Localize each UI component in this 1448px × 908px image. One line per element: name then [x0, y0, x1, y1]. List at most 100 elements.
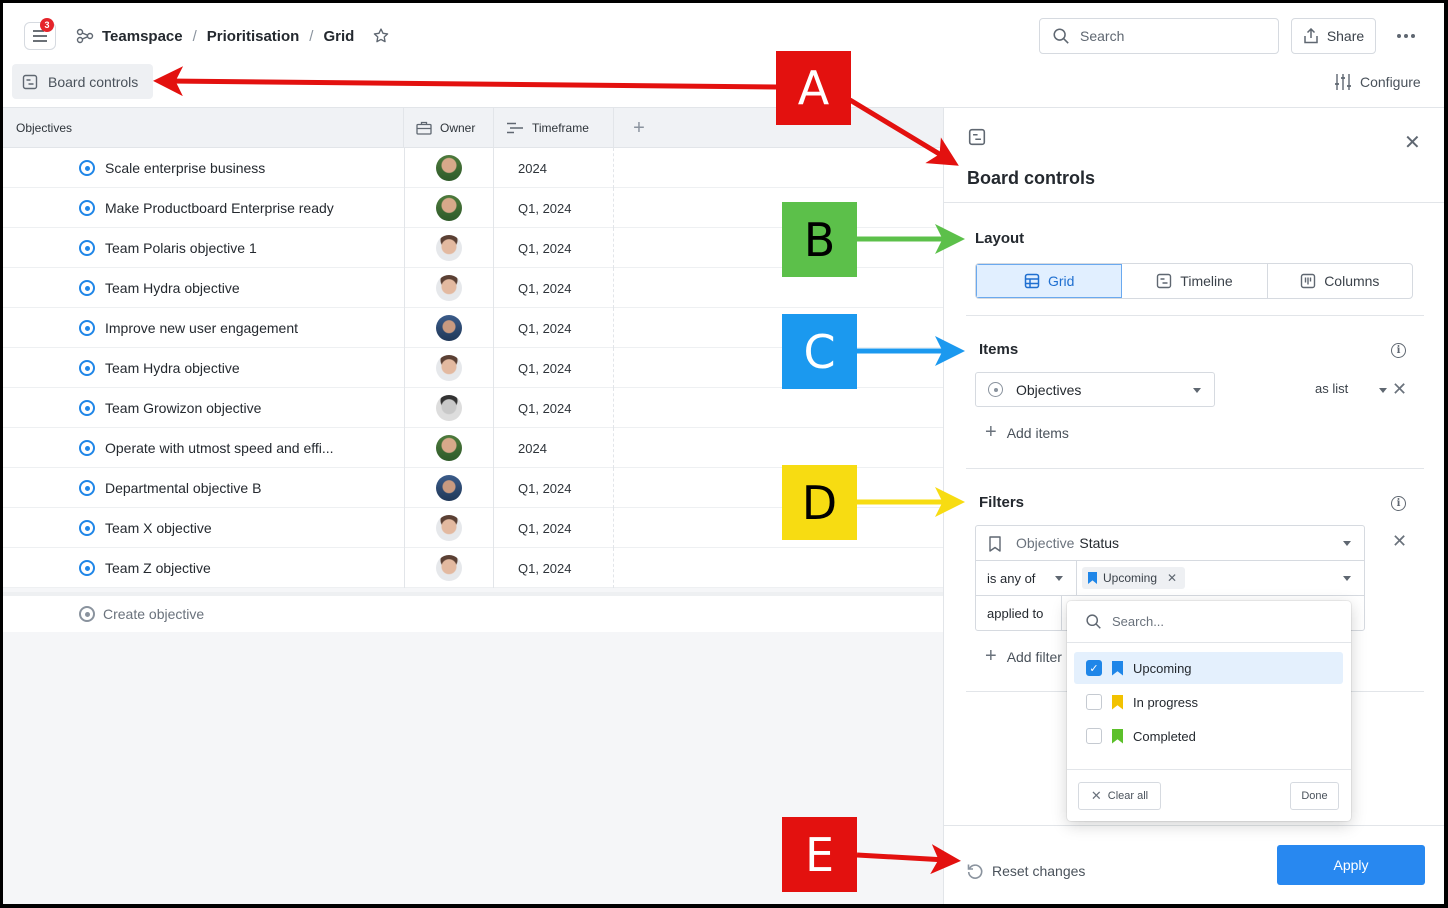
- filter-operator-value: is any of: [987, 570, 1036, 586]
- create-objective-button[interactable]: Create objective: [3, 592, 943, 632]
- info-icon[interactable]: i: [1391, 496, 1406, 511]
- owner-cell[interactable]: [404, 468, 494, 508]
- plus-icon: +: [633, 116, 645, 139]
- search-input[interactable]: Search: [1039, 18, 1279, 54]
- filter-applied-to[interactable]: applied to: [976, 596, 1062, 631]
- timeframe-cell[interactable]: Q1, 2024: [494, 188, 614, 228]
- divider: [966, 468, 1424, 469]
- owner-cell[interactable]: [404, 388, 494, 428]
- timeframe-cell[interactable]: Q1, 2024: [494, 268, 614, 308]
- share-button[interactable]: Share: [1291, 18, 1376, 54]
- objective-icon: [79, 240, 95, 256]
- column-header-objectives[interactable]: Objectives: [3, 108, 404, 148]
- filter-operator-select[interactable]: is any of: [976, 561, 1077, 596]
- objective-cell[interactable]: Departmental objective B: [79, 468, 261, 508]
- apply-button[interactable]: Apply: [1277, 845, 1425, 885]
- objective-icon: [79, 520, 95, 536]
- top-header: 3 Teamspace / Prioritisation / Grid Sear…: [0, 0, 1448, 108]
- owner-cell[interactable]: [404, 508, 494, 548]
- timeframe-cell[interactable]: 2024: [494, 148, 614, 188]
- objective-cell[interactable]: Improve new user engagement: [79, 308, 298, 348]
- table-row[interactable]: Scale enterprise business 2024: [3, 148, 943, 188]
- chevron-down-icon: [1055, 576, 1063, 581]
- timeframe-cell[interactable]: Q1, 2024: [494, 508, 614, 548]
- panel-footer: Reset changes Apply: [944, 825, 1446, 904]
- column-header-timeframe[interactable]: Timeframe: [494, 108, 614, 148]
- timeframe-cell[interactable]: Q1, 2024: [494, 388, 614, 428]
- timeline-icon: [1157, 273, 1172, 289]
- owner-cell[interactable]: [404, 428, 494, 468]
- breadcrumb-grid[interactable]: Grid: [323, 28, 354, 45]
- owner-cell[interactable]: [404, 308, 494, 348]
- configure-label: Configure: [1360, 74, 1421, 90]
- reset-changes-button[interactable]: Reset changes: [966, 862, 1085, 880]
- configure-button[interactable]: Configure: [1334, 70, 1421, 94]
- objective-cell[interactable]: Team Growizon objective: [79, 388, 261, 428]
- owner-cell[interactable]: [404, 188, 494, 228]
- grid-icon: [1024, 273, 1040, 289]
- menu-button[interactable]: 3: [24, 18, 56, 50]
- checkbox[interactable]: [1086, 728, 1102, 744]
- remove-chip-icon[interactable]: ✕: [1167, 571, 1177, 585]
- checkbox[interactable]: [1086, 694, 1102, 710]
- dropdown-option-completed[interactable]: Completed: [1074, 720, 1343, 752]
- checkbox-checked[interactable]: ✓: [1086, 660, 1102, 676]
- filter-field-select[interactable]: Objective Status: [976, 526, 1364, 561]
- bookmark-icon: [1112, 728, 1123, 744]
- status-dropdown: Search... ✓ Upcoming In progress Complet…: [1067, 601, 1351, 821]
- objective-icon: [79, 560, 95, 576]
- info-icon[interactable]: i: [1391, 343, 1406, 358]
- objective-cell[interactable]: Team Polaris objective 1: [79, 228, 257, 268]
- dropdown-search-input[interactable]: Search...: [1067, 601, 1351, 643]
- owner-cell[interactable]: [404, 148, 494, 188]
- objective-cell[interactable]: Team Z objective: [79, 548, 211, 588]
- timeframe-cell[interactable]: Q1, 2024: [494, 548, 614, 588]
- timeframe-cell[interactable]: Q1, 2024: [494, 228, 614, 268]
- objective-name: Improve new user engagement: [105, 320, 298, 336]
- dropdown-option-upcoming[interactable]: ✓ Upcoming: [1074, 652, 1343, 684]
- dropdown-option-in-progress[interactable]: In progress: [1074, 686, 1343, 718]
- clear-all-button[interactable]: ✕ Clear all: [1078, 782, 1161, 810]
- close-icon[interactable]: ✕: [1404, 130, 1421, 155]
- star-icon[interactable]: [372, 27, 390, 45]
- objective-cell[interactable]: Scale enterprise business: [79, 148, 265, 188]
- table-row[interactable]: Team Z objective Q1, 2024: [3, 548, 943, 588]
- timeframe-cell[interactable]: 2024: [494, 428, 614, 468]
- objective-cell[interactable]: Team X objective: [79, 508, 212, 548]
- remove-filter-icon[interactable]: ✕: [1392, 531, 1407, 552]
- done-button[interactable]: Done: [1290, 782, 1339, 810]
- breadcrumb-teamspace[interactable]: Teamspace: [102, 28, 183, 45]
- reset-label: Reset changes: [992, 863, 1086, 879]
- owner-cell[interactable]: [404, 348, 494, 388]
- table-row[interactable]: Team Growizon objective Q1, 2024: [3, 388, 943, 428]
- avatar: [436, 235, 462, 261]
- table-row[interactable]: Operate with utmost speed and effi... 202…: [3, 428, 943, 468]
- breadcrumb-prioritisation[interactable]: Prioritisation: [207, 28, 300, 45]
- objective-cell[interactable]: Team Hydra objective: [79, 348, 240, 388]
- owner-cell[interactable]: [404, 228, 494, 268]
- remove-items-icon[interactable]: ✕: [1392, 379, 1407, 400]
- timeframe-cell[interactable]: Q1, 2024: [494, 468, 614, 508]
- add-items-button[interactable]: + Add items: [985, 421, 1069, 444]
- layout-option-columns[interactable]: Columns: [1268, 264, 1412, 298]
- add-column-button[interactable]: +: [614, 108, 664, 148]
- add-filter-button[interactable]: + Add filter: [985, 645, 1062, 668]
- filter-values-select[interactable]: Upcoming ✕: [1077, 561, 1364, 596]
- layout-option-grid[interactable]: Grid: [976, 264, 1123, 298]
- search-placeholder: Search: [1080, 28, 1125, 44]
- owner-cell[interactable]: [404, 548, 494, 588]
- column-label: Objectives: [16, 121, 73, 135]
- objective-cell[interactable]: Team Hydra objective: [79, 268, 240, 308]
- objective-icon: [79, 280, 95, 296]
- layout-option-timeline[interactable]: Timeline: [1122, 264, 1268, 298]
- timeframe-cell[interactable]: Q1, 2024: [494, 308, 614, 348]
- items-entity-select[interactable]: Objectives: [975, 372, 1215, 407]
- timeframe-cell[interactable]: Q1, 2024: [494, 348, 614, 388]
- more-options-icon[interactable]: [1392, 26, 1420, 46]
- owner-cell[interactable]: [404, 268, 494, 308]
- column-header-owner[interactable]: Owner: [404, 108, 494, 148]
- objective-cell[interactable]: Make Productboard Enterprise ready: [79, 188, 334, 228]
- board-controls-button[interactable]: Board controls: [12, 64, 153, 99]
- objective-cell[interactable]: Operate with utmost speed and effi...: [79, 428, 334, 468]
- items-display-select[interactable]: as list: [1315, 381, 1387, 396]
